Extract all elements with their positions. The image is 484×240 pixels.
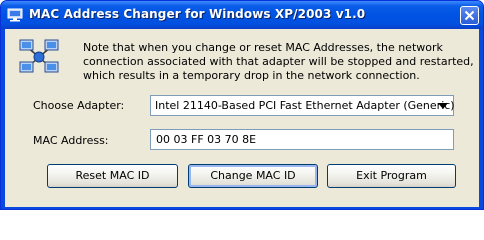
app-window: MAC Address Changer for Windows XP/2003 … bbox=[0, 0, 484, 210]
chevron-down-icon[interactable] bbox=[436, 99, 450, 112]
note-line: which results in a temporary drop in the… bbox=[83, 69, 420, 82]
mac-address-field[interactable]: 00 03 FF 03 70 8E bbox=[150, 129, 454, 150]
exit-program-button[interactable]: Exit Program bbox=[327, 164, 456, 188]
reset-mac-button[interactable]: Reset MAC ID bbox=[47, 164, 178, 188]
note-line: Note that when you change or reset MAC A… bbox=[83, 41, 443, 54]
client-area: Note that when you change or reset MAC A… bbox=[5, 29, 479, 207]
note-line: connection associated with that adapter … bbox=[83, 55, 474, 68]
window-title: MAC Address Changer for Windows XP/2003 … bbox=[29, 7, 366, 21]
adapter-selected-value: Intel 21140-Based PCI Fast Ethernet Adap… bbox=[155, 99, 455, 112]
mac-address-label: MAC Address: bbox=[33, 134, 109, 147]
network-computers-icon bbox=[19, 39, 59, 73]
change-mac-button[interactable]: Change MAC ID bbox=[188, 164, 318, 188]
title-bar[interactable]: MAC Address Changer for Windows XP/2003 … bbox=[1, 1, 483, 29]
adapter-select[interactable]: Intel 21140-Based PCI Fast Ethernet Adap… bbox=[150, 95, 455, 116]
close-button[interactable] bbox=[460, 6, 479, 25]
adapter-label: Choose Adapter: bbox=[33, 99, 125, 112]
info-note: Note that when you change or reset MAC A… bbox=[83, 41, 474, 83]
network-icon bbox=[7, 8, 23, 22]
mac-address-value: 00 03 FF 03 70 8E bbox=[156, 133, 257, 146]
close-icon bbox=[464, 10, 475, 21]
